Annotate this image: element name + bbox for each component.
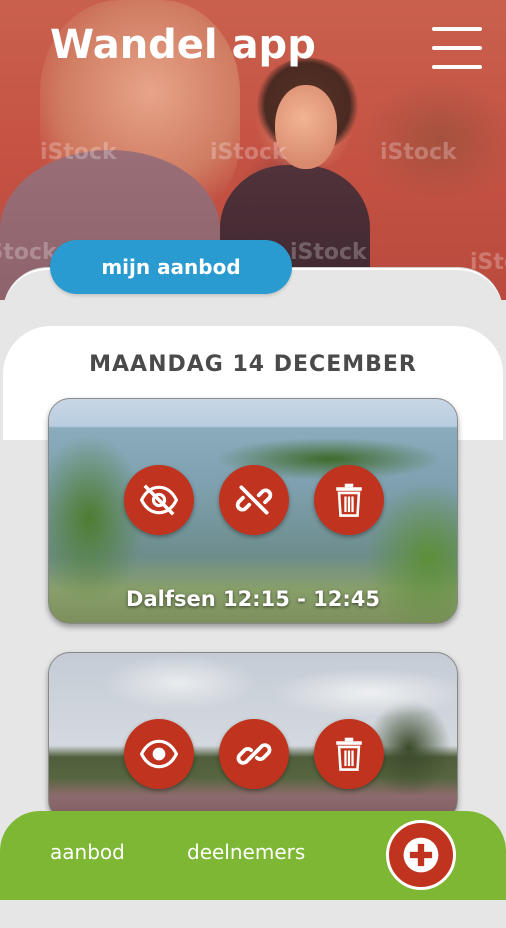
tab-label: mijn aanbod	[101, 255, 241, 279]
tab-mijn-aanbod[interactable]: mijn aanbod	[50, 240, 292, 294]
toggle-link-button[interactable]	[219, 719, 289, 789]
toggle-visibility-button[interactable]	[124, 465, 194, 535]
nav-item-aanbod[interactable]: aanbod	[50, 840, 125, 864]
hamburger-menu-icon[interactable]	[432, 27, 482, 69]
eye-off-icon	[140, 484, 178, 516]
delete-button[interactable]	[314, 719, 384, 789]
watermark: iStock	[290, 240, 367, 265]
nav-item-deelnemers[interactable]: deelnemers	[187, 840, 305, 864]
plus-icon	[403, 837, 439, 873]
watermark: iStock	[0, 240, 57, 265]
delete-button[interactable]	[314, 465, 384, 535]
eye-icon	[140, 739, 178, 769]
add-button[interactable]	[386, 820, 456, 890]
link-icon	[236, 743, 272, 765]
app-title: Wandel app	[50, 22, 316, 68]
walk-label: Dalfsen 12:15 - 12:45	[126, 587, 380, 611]
trash-icon	[336, 483, 362, 517]
link-off-icon	[235, 485, 273, 515]
watermark: iStock	[380, 140, 457, 165]
walk-card[interactable]: Dalfsen 12:15 - 12:45	[48, 398, 458, 624]
watermark: iStock	[210, 140, 287, 165]
watermark: iStock	[40, 140, 117, 165]
toggle-visibility-button[interactable]	[124, 719, 194, 789]
day-heading: MAANDAG 14 DECEMBER	[89, 352, 417, 377]
toggle-link-button[interactable]	[219, 465, 289, 535]
walk-card[interactable]	[48, 652, 458, 822]
trash-icon	[336, 737, 362, 771]
